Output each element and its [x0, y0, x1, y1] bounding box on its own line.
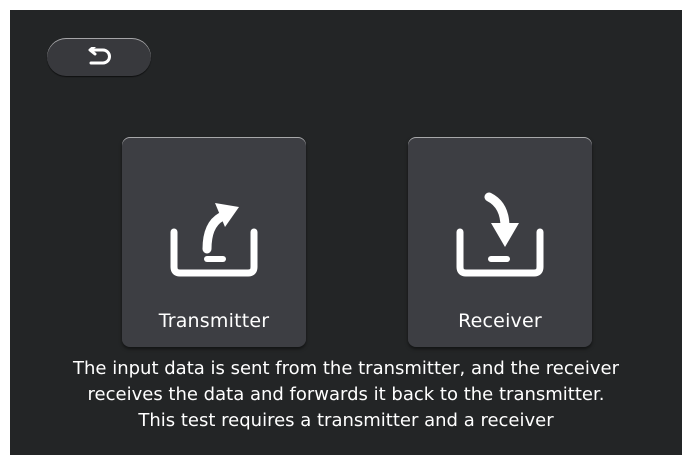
description-line: This test requires a transmitter and a r… [138, 410, 554, 431]
description-text: The input data is sent from the transmit… [10, 356, 682, 434]
description-line: The input data is sent from the transmit… [73, 358, 619, 379]
upload-tray-icon [169, 187, 259, 277]
receiver-card[interactable]: Receiver [408, 137, 592, 347]
description-line: receives the data and forwards it back t… [87, 384, 605, 405]
screen: Transmitter Receiver The input data is s… [10, 10, 682, 455]
receiver-label: Receiver [458, 310, 542, 332]
undo-arrow-icon [85, 47, 113, 67]
download-tray-icon [455, 187, 545, 277]
transmitter-label: Transmitter [158, 310, 270, 332]
transmitter-card[interactable]: Transmitter [122, 137, 306, 347]
back-button[interactable] [47, 38, 151, 76]
